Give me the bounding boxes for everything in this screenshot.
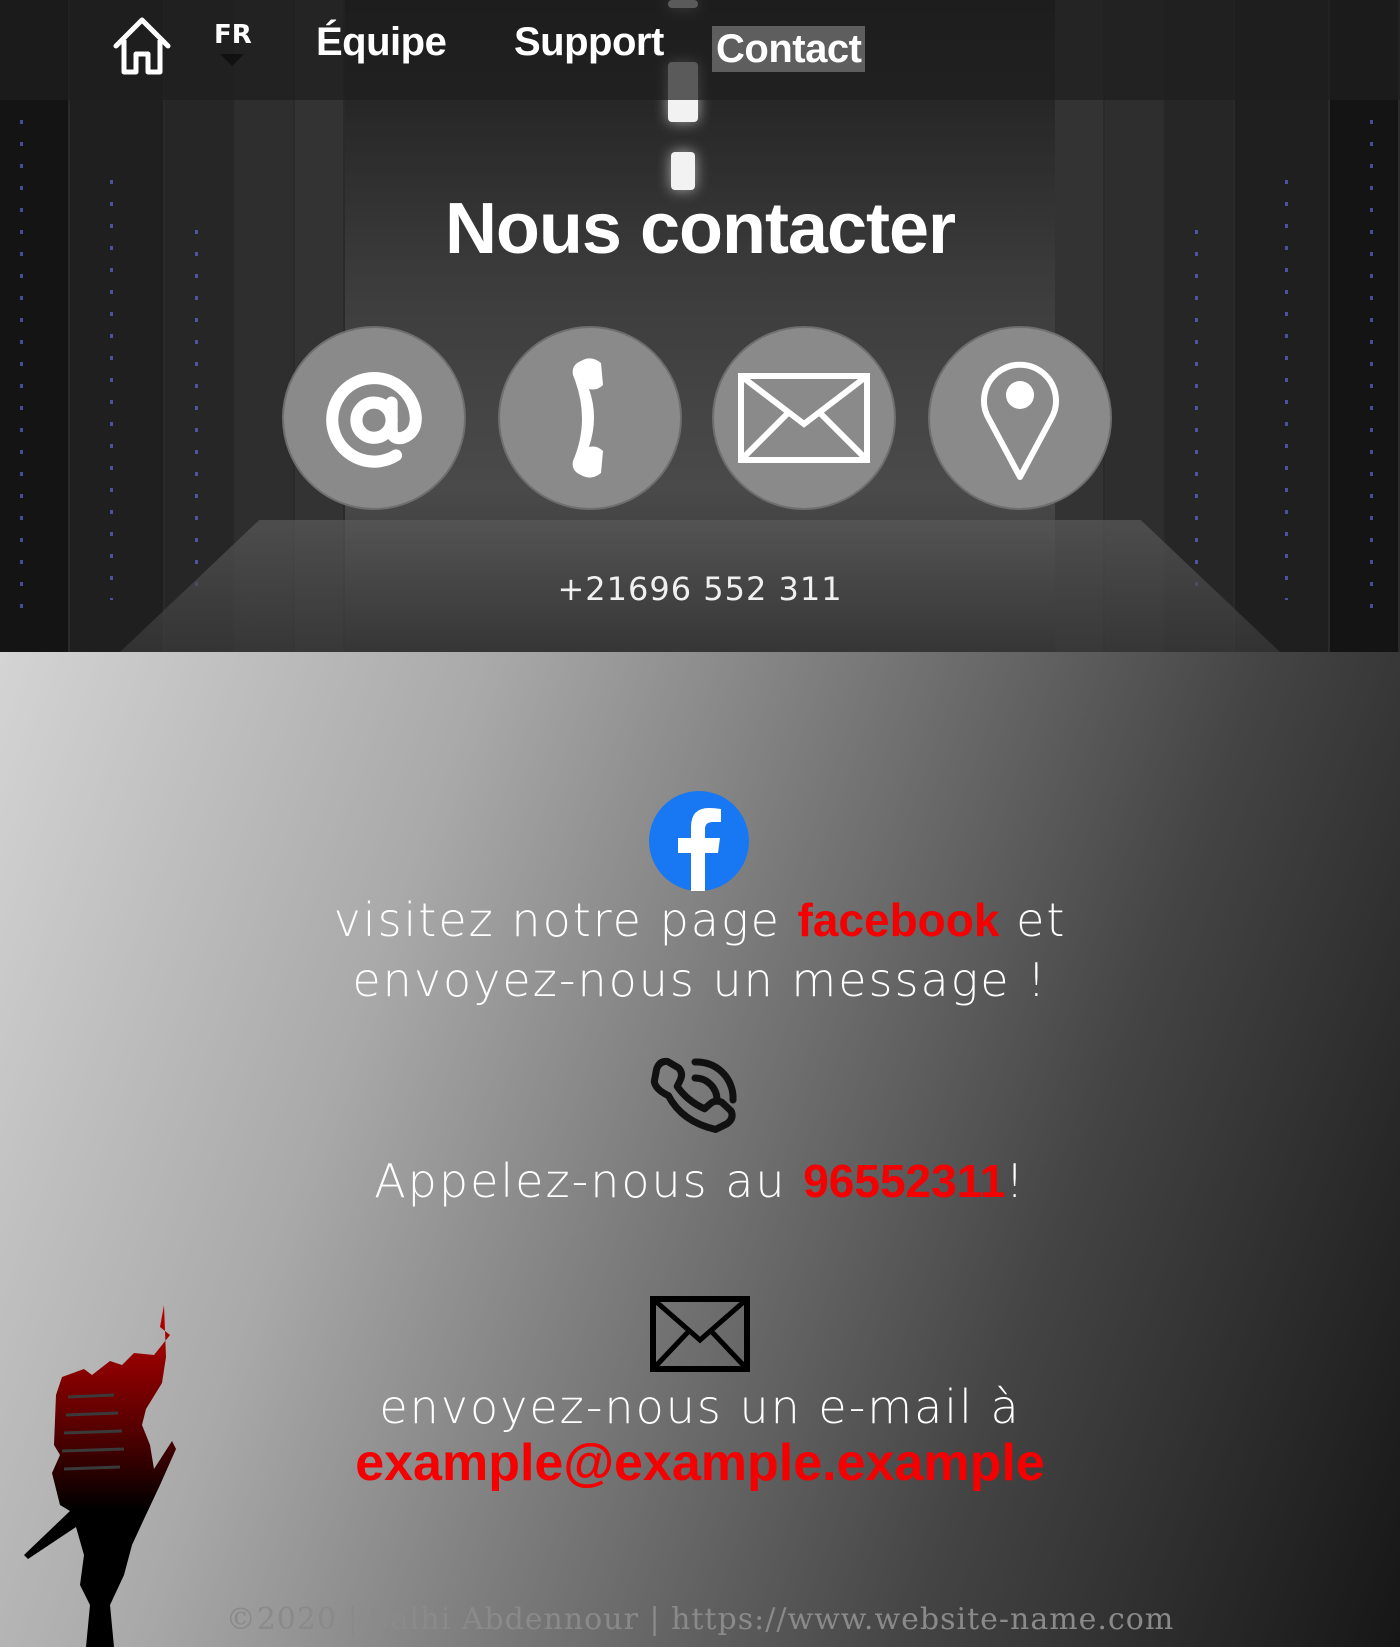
page-title: Nous contacter (444, 189, 956, 269)
phone-handset-icon (572, 358, 603, 478)
location-pin-icon (981, 361, 1059, 480)
call-text-suffix: ! (1005, 1154, 1026, 1208)
samurai-logo (24, 1305, 176, 1647)
mail-icon (650, 1296, 750, 1372)
call-text: Appelez-nous au 96552311! (0, 1154, 1400, 1208)
phone-number: +21696 552 311 (557, 570, 843, 608)
navbar: FR Équipe Support Contact (0, 0, 1400, 100)
facebook-link[interactable]: facebook (798, 894, 1000, 946)
nav-link-support[interactable]: Support (514, 20, 664, 65)
call-text-prefix: Appelez-nous au (374, 1154, 804, 1208)
call-number-link[interactable]: 96552311 (803, 1155, 1005, 1207)
language-label: FR (214, 20, 252, 50)
envelope-icon (738, 373, 870, 463)
chevron-down-icon (220, 54, 244, 66)
at-sign-icon (326, 371, 422, 468)
mail-contact-button[interactable] (712, 326, 896, 510)
phone-contact-button[interactable] (498, 326, 682, 510)
facebook-text-line2: envoyez-nous un message ! (352, 953, 1048, 1007)
nav-link-equipe[interactable]: Équipe (316, 20, 447, 65)
home-icon[interactable] (110, 14, 174, 78)
ceiling-light (671, 152, 695, 190)
email-contact-button[interactable] (282, 326, 466, 510)
facebook-text-line1: visitez notre page facebook et (0, 893, 1400, 947)
location-contact-button[interactable] (928, 326, 1112, 510)
footer-text: ©2020 | Salhi Abdennour | https://www.we… (225, 1602, 1175, 1637)
phone-call-icon (650, 1057, 737, 1133)
facebook-text-suffix: et (999, 893, 1067, 947)
email-text: envoyez-nous un e-mail à (379, 1380, 1021, 1434)
hero-section: FR Équipe Support Contact Nous contacter… (0, 0, 1400, 652)
language-selector[interactable]: FR (214, 20, 252, 66)
facebook-text-prefix: visitez notre page (333, 893, 798, 947)
email-link[interactable]: example@example.example (0, 1433, 1400, 1493)
nav-link-contact[interactable]: Contact (712, 26, 866, 72)
